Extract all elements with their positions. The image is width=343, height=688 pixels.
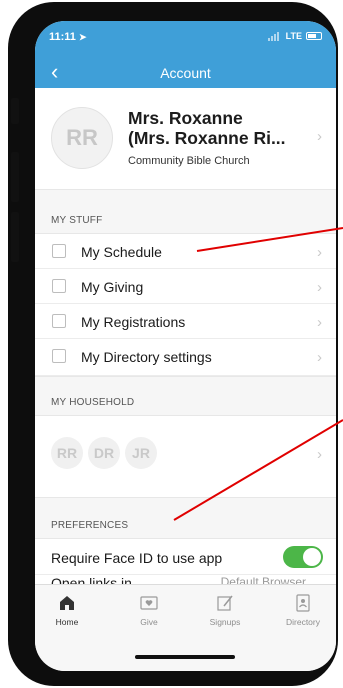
location-arrow-icon: ➤ [78,32,87,42]
contact-card-icon [52,349,66,363]
menu-item-label: My Schedule [81,244,162,260]
chevron-right-icon: › [317,314,322,331]
mute-switch [11,98,19,124]
tab-home[interactable]: Home [37,593,97,627]
tab-label: Give [140,617,158,627]
nav-bar: ‹ Account [35,61,336,85]
status-bar: 11:11 ➤ LTE [35,29,336,47]
home-icon [60,596,74,610]
chevron-right-icon: › [317,279,322,296]
face-id-label: Require Face ID to use app [51,550,223,566]
menu-item-my-registrations[interactable]: My Registrations › [35,304,336,339]
chevron-right-icon: › [317,244,322,261]
phone-screen: 11:11 ➤ LTE ‹ Account RR Mrs. Roxanne (M… [35,21,336,671]
page-title: Account [160,65,211,81]
section-title: MY HOUSEHOLD [51,397,135,408]
network-type: LTE [285,31,302,41]
volume-down-button [11,212,19,262]
tab-directory[interactable]: Directory [273,593,333,627]
battery-icon [306,32,322,40]
calendar-star-icon [52,314,66,328]
household-row[interactable]: RR DR JR › [35,416,336,497]
chevron-right-icon: › [317,128,322,145]
face-id-row: Require Face ID to use app [35,539,336,575]
chevron-right-icon: › [317,349,322,366]
giving-icon [52,279,66,293]
section-my-stuff: MY STUFF [35,189,336,234]
tab-label: Home [55,617,79,627]
volume-up-button [11,152,19,202]
give-icon [140,596,158,610]
profile-organization: Community Bible Church [128,155,250,167]
tab-label: Directory [285,617,320,627]
face-id-toggle[interactable] [283,546,323,568]
home-indicator [135,655,235,659]
menu-item-my-schedule[interactable]: My Schedule › [35,234,336,269]
profile-name-line2: (Mrs. Roxanne Ri... [128,128,286,148]
avatar: RR [51,107,113,169]
status-time: 11:11 ➤ [49,31,87,43]
app-header: 11:11 ➤ LTE ‹ Account [35,21,336,88]
list-icon [52,244,66,258]
section-preferences: PREFERENCES [35,497,336,539]
menu-item-my-giving[interactable]: My Giving › [35,269,336,304]
status-right: LTE [267,31,322,41]
tab-bar: Home Give Signups Directory [35,584,336,671]
profile-name-line1: Mrs. Roxanne [128,108,243,128]
signal-icon [267,31,282,41]
household-avatar: DR [88,437,120,469]
menu-item-label: My Directory settings [81,349,212,365]
section-my-household: MY HOUSEHOLD [35,376,336,416]
tab-label: Signups [209,617,241,627]
section-title: PREFERENCES [51,520,129,531]
tab-signups[interactable]: Signups [195,593,255,627]
tab-give[interactable]: Give [119,593,179,627]
profile-row[interactable]: RR Mrs. Roxanne (Mrs. Roxanne Ri... Comm… [35,88,336,189]
directory-icon [296,594,310,612]
profile-name: Mrs. Roxanne (Mrs. Roxanne Ri... [128,108,298,148]
menu-item-my-directory-settings[interactable]: My Directory settings › [35,339,336,376]
menu-item-label: My Giving [81,279,144,295]
menu-item-label: My Registrations [81,314,186,330]
chevron-right-icon: › [317,446,322,463]
household-avatar: JR [125,437,157,469]
signups-icon [217,595,233,611]
household-avatar: RR [51,437,83,469]
section-title: MY STUFF [51,215,103,226]
